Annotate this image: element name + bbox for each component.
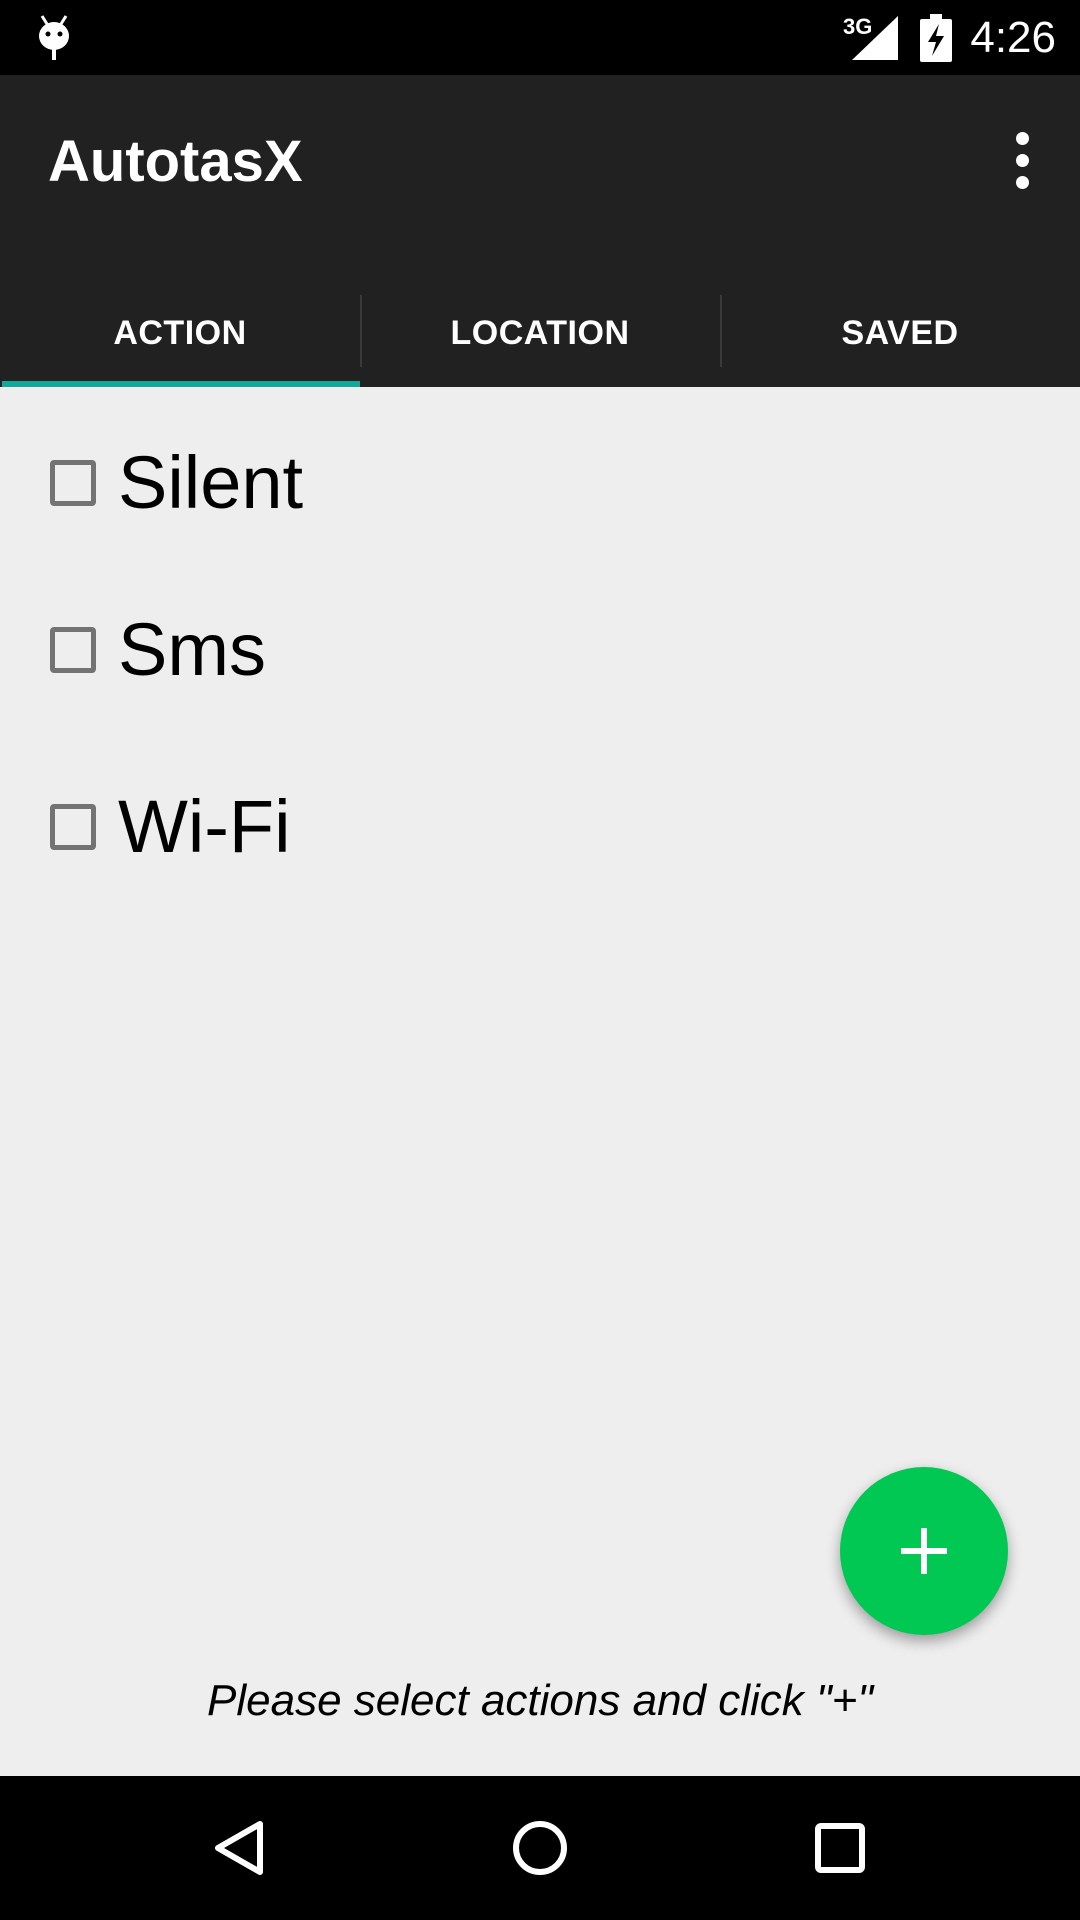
recents-button[interactable] xyxy=(790,1798,890,1898)
tab-location[interactable]: LOCATION xyxy=(360,279,720,387)
status-bar: 3G 4:26 xyxy=(0,0,1080,75)
hint-text: Please select actions and click "+" xyxy=(207,1676,873,1725)
tab-saved[interactable]: SAVED xyxy=(720,279,1080,387)
tab-label: ACTION xyxy=(113,313,247,352)
navigation-bar xyxy=(0,1776,1080,1920)
tab-bar: ACTION LOCATION SAVED xyxy=(0,279,1080,387)
more-vert-icon[interactable] xyxy=(994,125,1050,195)
recents-icon xyxy=(815,1823,865,1873)
android-debug-icon xyxy=(39,15,69,60)
option-label: Sms xyxy=(118,608,266,691)
option-wifi[interactable]: Wi-Fi xyxy=(50,782,291,872)
app-title: AutotasX xyxy=(48,129,303,194)
tab-label: LOCATION xyxy=(450,313,630,352)
home-icon xyxy=(513,1821,567,1875)
add-button[interactable] xyxy=(840,1467,1008,1635)
wifi-checkbox[interactable] xyxy=(50,804,96,850)
option-silent[interactable]: Silent xyxy=(50,438,303,528)
menu-dot xyxy=(1015,131,1029,145)
battery-charging-icon xyxy=(920,14,952,62)
back-button[interactable] xyxy=(190,1798,290,1898)
menu-dot xyxy=(1015,153,1029,167)
menu-dot xyxy=(1015,175,1029,189)
signal-icon xyxy=(852,16,898,60)
tab-label: SAVED xyxy=(841,313,959,352)
option-label: Silent xyxy=(118,441,304,524)
tab-action[interactable]: ACTION xyxy=(0,279,360,387)
option-sms[interactable]: Sms xyxy=(50,605,266,695)
option-label: Wi-Fi xyxy=(118,785,291,868)
home-button[interactable] xyxy=(490,1798,590,1898)
app-bar: AutotasX ACTION LOCATION SAVED xyxy=(0,75,1080,387)
silent-checkbox[interactable] xyxy=(50,460,96,506)
back-icon xyxy=(215,1821,263,1875)
clock: 4:26 xyxy=(970,13,1056,62)
plus-icon xyxy=(901,1528,947,1574)
sms-checkbox[interactable] xyxy=(50,627,96,673)
